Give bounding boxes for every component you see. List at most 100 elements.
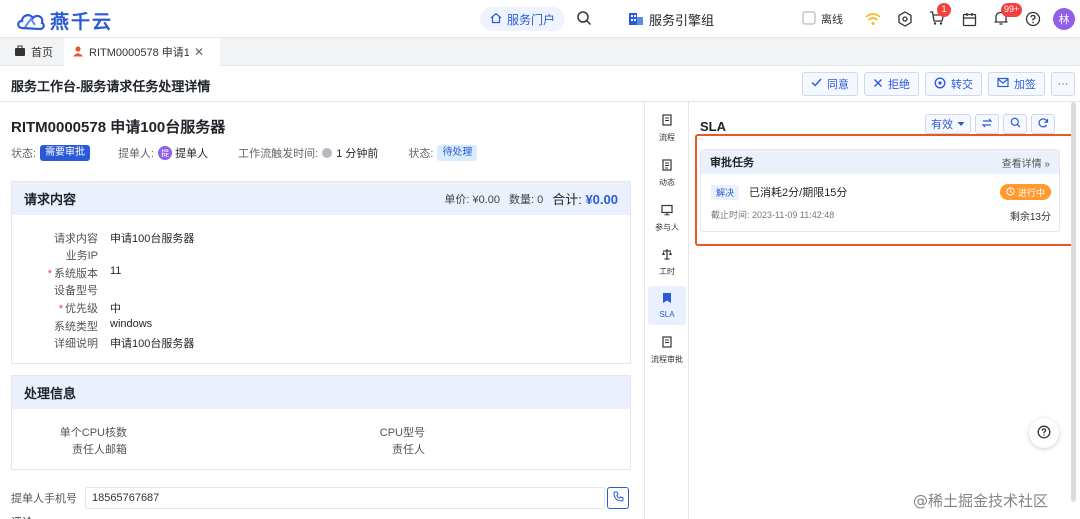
field-system-type: 系统类型 windows	[12, 318, 152, 334]
state-badge: 待处理	[437, 145, 478, 161]
submitter-label: 提单人:	[118, 148, 155, 160]
comment-section-heading[interactable]: 评论	[11, 514, 33, 519]
submitter-avatar: 提	[158, 146, 173, 160]
unit-price: 单价: ¥0.00	[444, 193, 500, 206]
handle-info-header: 处理信息	[12, 376, 630, 409]
add-signer-button[interactable]: 加签	[988, 72, 1045, 96]
activity-icon	[662, 159, 672, 173]
side-nav-label: 动态	[659, 178, 675, 187]
approval-icon	[662, 336, 672, 350]
close-tab-icon[interactable]: ✕	[194, 45, 204, 59]
side-nav-label: 流程审批	[651, 355, 683, 364]
tab-home[interactable]: 首页	[14, 38, 53, 66]
top-bar: 燕千云 服务门户 服务引擎组 离线 1 99+ 林	[0, 0, 1080, 38]
close-icon	[873, 78, 883, 91]
reject-label: 拒绝	[888, 79, 910, 91]
monitor-icon	[661, 204, 673, 218]
help-icon[interactable]	[1017, 0, 1049, 38]
price-summary: 单价: ¥0.00 数量: 0 合计: ¥0.00	[444, 189, 618, 208]
scrollbar-thumb[interactable]	[1071, 102, 1076, 502]
view-details-link[interactable]: 查看详情 »	[1002, 155, 1050, 170]
cart-badge: 1	[937, 3, 951, 17]
cart-button[interactable]: 1	[921, 0, 953, 38]
tab-home-label: 首页	[31, 47, 53, 59]
field-request-content: 请求内容 申请100台服务器	[12, 230, 194, 246]
user-avatar[interactable]: 林	[1053, 8, 1075, 30]
bookmark-icon	[662, 292, 672, 306]
brand-name: 燕千云	[50, 12, 114, 33]
settings-hex-icon[interactable]	[889, 0, 921, 38]
approval-task-summary-row: 解决 已消耗2分/期限15分 进行中	[711, 184, 1051, 200]
search-icon	[1010, 117, 1021, 131]
field-value[interactable]: windows	[110, 318, 152, 334]
phone-field[interactable]: 18565767687	[85, 487, 605, 509]
phone-label: 提单人手机号	[11, 493, 77, 505]
request-meta-row: 状态: 需要审批 提单人: 提 提单人 工作流触发时间: 1 分钟前 状态: 待…	[11, 145, 478, 161]
call-button[interactable]	[607, 487, 629, 509]
field-business-ip: 业务IP	[12, 247, 110, 263]
online-status-label: 离线	[821, 14, 843, 26]
approve-label: 同意	[827, 79, 849, 91]
transfer-button[interactable]: 转交	[925, 72, 982, 96]
running-status-label: 进行中	[1017, 187, 1045, 198]
wifi-icon[interactable]	[857, 0, 889, 38]
field-value[interactable]: 11	[110, 265, 121, 281]
search-icon[interactable]	[576, 10, 592, 29]
page-scrollbar[interactable]	[1071, 102, 1078, 502]
topbar-tools: 离线 1 99+ 林	[802, 0, 1075, 38]
service-group-label: 服务引擎组	[649, 13, 715, 28]
side-nav-label: 参与人	[655, 223, 679, 232]
field-description: 详细说明 申请100台服务器	[12, 335, 194, 351]
approve-button[interactable]: 同意	[802, 72, 858, 96]
service-group-selector[interactable]: 服务引擎组	[628, 10, 714, 29]
home-tab-icon	[14, 45, 26, 60]
field-label: 请求内容	[54, 233, 98, 245]
sla-refresh-button[interactable]	[1031, 114, 1055, 134]
sla-swap-button[interactable]	[975, 114, 999, 134]
logo[interactable]: 燕千云	[16, 7, 113, 34]
sla-filter-select[interactable]: 有效	[925, 114, 971, 134]
field-value[interactable]: 申请100台服务器	[110, 230, 194, 246]
sla-toolbar: 有效	[925, 114, 1055, 134]
transfer-label: 转交	[951, 79, 973, 91]
sla-panel: SLA 有效 审批任务 查看详情 » 解决 已消耗2分/期限15分 进行中 截止…	[689, 102, 1080, 519]
side-nav-approval[interactable]: 流程审批	[648, 336, 686, 365]
reject-button[interactable]: 拒绝	[864, 72, 919, 96]
page-title: 服务工作台-服务请求任务处理详情	[11, 79, 211, 94]
notification-button[interactable]: 99+	[985, 0, 1023, 38]
detail-side-nav: 流程 动态 参与人 工时 SLA 流程审批	[644, 102, 689, 519]
service-portal-button[interactable]: 服务门户	[480, 7, 566, 31]
side-nav-participants[interactable]: 参与人	[648, 204, 686, 233]
total-value: ¥0.00	[585, 192, 618, 207]
calendar-icon[interactable]	[953, 0, 985, 38]
side-nav-process[interactable]: 流程	[648, 114, 686, 143]
approval-task-card: 审批任务 查看详情 » 解决 已消耗2分/期限15分 进行中 截止时间: 202…	[700, 149, 1060, 232]
submitter-value[interactable]: 提单人	[175, 145, 208, 161]
field-device-model: 设备型号	[12, 282, 110, 298]
cpu-cores-label: 单个CPU核数	[59, 427, 127, 439]
field-label-text: 系统版本	[54, 268, 98, 280]
more-actions-button[interactable]: ···	[1051, 72, 1075, 96]
mail-icon	[997, 77, 1009, 91]
page-header: 服务工作台-服务请求任务处理详情 同意 拒绝 转交 加签 ···	[0, 66, 1080, 102]
consumed-summary: 已消耗2分/期限15分	[749, 187, 848, 199]
side-nav-worktime[interactable]: 工时	[648, 248, 686, 277]
tab-ritm0000578[interactable]: RITM0000578 申请100台服务器 ✕	[64, 38, 220, 66]
clock-icon	[322, 148, 333, 158]
field-value[interactable]: 申请100台服务器	[110, 335, 194, 351]
online-status[interactable]: 离线	[802, 11, 843, 28]
remaining-time: 剩余13分	[1009, 212, 1051, 223]
field-value[interactable]: 中	[110, 300, 121, 316]
side-nav-sla[interactable]: SLA	[648, 286, 686, 325]
running-status-badge: 进行中	[999, 184, 1051, 200]
floating-help-button[interactable]	[1029, 418, 1059, 448]
sla-search-button[interactable]	[1003, 114, 1027, 134]
side-nav-activity[interactable]: 动态	[648, 159, 686, 188]
action-toolbar: 同意 拒绝 转交 加签 ···	[802, 72, 1075, 96]
home-icon	[490, 12, 502, 27]
trigger-time-value: 1 分钟前	[336, 148, 379, 160]
state-label: 状态:	[408, 148, 434, 160]
side-nav-label: SLA	[659, 310, 675, 319]
building-icon	[628, 10, 644, 29]
approval-task-deadline-row: 截止时间: 2023-11-09 11:42:48 剩余13分	[711, 208, 1051, 223]
